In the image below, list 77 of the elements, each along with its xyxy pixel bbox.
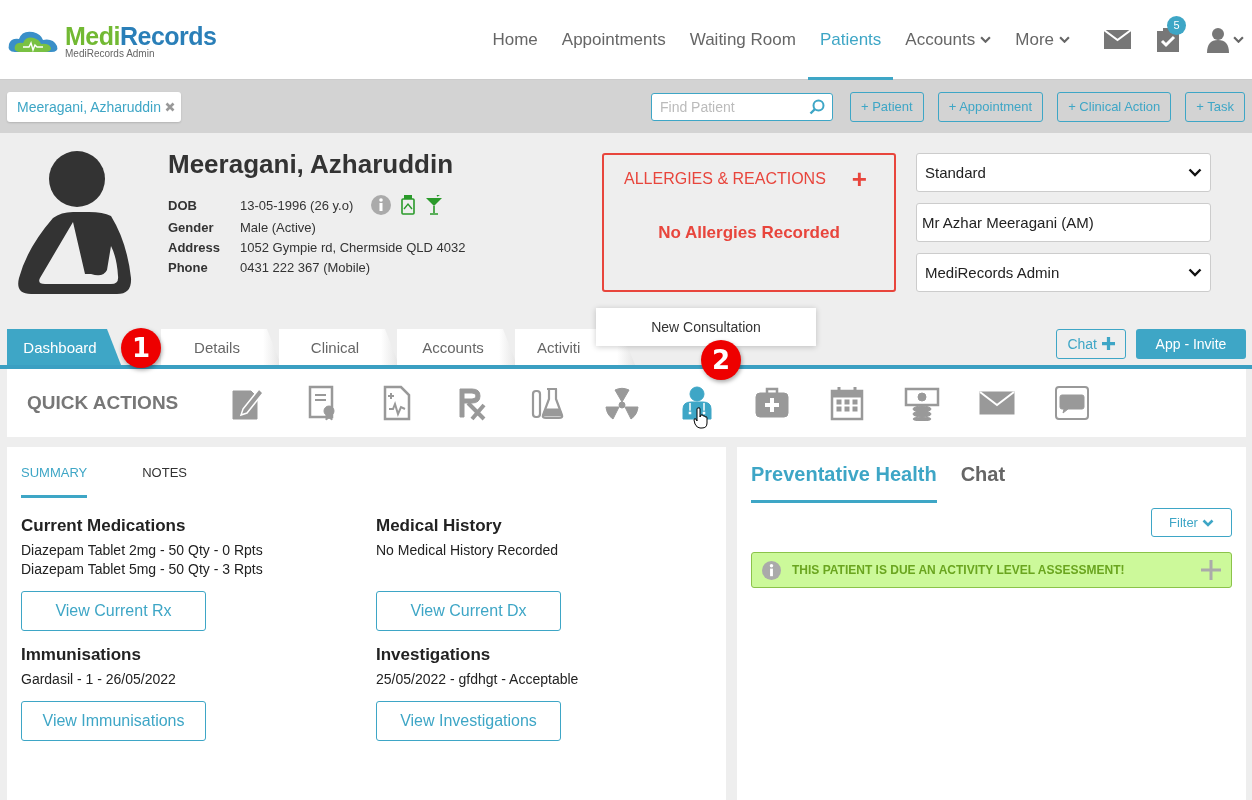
info-icon: [762, 560, 781, 580]
field-value: Male (Active): [240, 220, 316, 235]
add-button[interactable]: + Patient: [850, 91, 924, 122]
view-button[interactable]: View Current Dx: [376, 591, 561, 631]
view-button[interactable]: View Current Rx: [21, 591, 206, 631]
section-text: No Medical History Recorded: [376, 541, 560, 560]
field-label: Phone: [168, 260, 209, 275]
tooltip: New Consultation: [596, 308, 816, 346]
section-title: Immunisations: [21, 645, 142, 665]
invite-button[interactable]: App - Invite: [1136, 328, 1246, 359]
nav-link[interactable]: Home: [480, 0, 550, 80]
nav-link[interactable]: Accounts: [893, 0, 1004, 80]
view-button[interactable]: View Immunisations: [21, 701, 206, 741]
plus-icon[interactable]: [1201, 560, 1221, 580]
clipboard-check-icon[interactable]: [1157, 27, 1179, 52]
nav-link[interactable]: Appointments: [549, 0, 678, 80]
field-value: 1052 Gympie rd, Chermside QLD 4032: [240, 240, 466, 255]
notification-badge: 5: [1167, 15, 1186, 35]
tab[interactable]: Dashboard: [7, 329, 121, 365]
quick-actions-title: QUICK ACTIONS: [27, 392, 180, 414]
info-icon[interactable]: [371, 195, 392, 215]
chevron-down-icon: [1201, 518, 1214, 527]
add-button[interactable]: + Appointment: [937, 91, 1044, 122]
chevron-down-icon[interactable]: [1188, 268, 1202, 277]
medkit-icon[interactable]: [754, 385, 790, 421]
add-button[interactable]: + Task: [1185, 91, 1245, 122]
section-text: 25/05/2022 - gfdhgt - Acceptable: [376, 670, 580, 689]
chevron-down-icon[interactable]: [1188, 168, 1202, 177]
section-title: Medical History: [376, 516, 503, 536]
section-text: Diazepam Tablet 5mg - 50 Qty - 3 Rpts: [21, 560, 264, 579]
dropdown-select[interactable]: MediRecords Admin: [916, 253, 1211, 292]
chat-button[interactable]: Chat: [1056, 328, 1126, 359]
step-callout: 1: [121, 328, 161, 368]
add-button[interactable]: + Clinical Action: [1057, 91, 1172, 122]
section-title: Investigations: [376, 645, 492, 665]
field-value: 0431 222 367 (Mobile): [240, 260, 371, 275]
cocktail-icon[interactable]: [425, 195, 444, 215]
section-text: Diazepam Tablet 2mg - 50 Qty - 0 Rpts: [21, 541, 264, 560]
search-field[interactable]: Find Patient: [651, 92, 833, 121]
hand-pointer-icon: [693, 407, 709, 429]
tab[interactable]: Clinical: [279, 329, 399, 365]
allergy-message: No Allergies Recorded: [657, 223, 841, 243]
filter-button[interactable]: Filter: [1151, 508, 1232, 537]
logo-subtitle: MediRecords Admin: [65, 48, 156, 59]
section-text: Gardasil - 1 - 26/05/2022: [21, 670, 177, 689]
money-icon[interactable]: [904, 385, 940, 421]
calendar-icon[interactable]: [829, 385, 865, 421]
nav-link[interactable]: More: [1003, 0, 1082, 80]
panel-tab[interactable]: Preventative Health: [751, 463, 937, 503]
patient-chip[interactable]: Meeragani, Azharuddin: [7, 91, 181, 122]
alert-text: THIS PATIENT IS DUE AN ACTIVITY LEVEL ASSESSMENT!: [792, 563, 1126, 577]
user-menu[interactable]: [1207, 26, 1244, 53]
nav-link[interactable]: Waiting Room: [677, 0, 808, 80]
sms-icon[interactable]: [1054, 385, 1090, 421]
add-allergy-button[interactable]: +: [844, 169, 874, 189]
field-label: DOB: [168, 197, 198, 213]
allergy-title: ALLERGIES & REACTIONS: [624, 170, 826, 188]
dropdown-select[interactable]: Standard: [916, 153, 1211, 192]
logo-wordmark: MediRecords: [65, 22, 217, 49]
field-value: 13-05-1996 (26 y.o): [240, 197, 354, 213]
view-button[interactable]: View Investigations: [376, 701, 561, 741]
search-icon[interactable]: [809, 98, 825, 115]
field-label: Address: [168, 240, 222, 255]
panel-tab[interactable]: NOTES: [142, 465, 187, 498]
text-field[interactable]: Mr Azhar Meeragani (AM): [916, 203, 1211, 242]
mail-icon[interactable]: [1104, 30, 1131, 49]
lab-icon[interactable]: [529, 385, 565, 421]
radiation-icon[interactable]: [604, 385, 640, 421]
tab[interactable]: Details: [161, 329, 281, 365]
panel-tab[interactable]: Chat: [960, 463, 1006, 503]
panel-tab[interactable]: SUMMARY: [21, 465, 88, 498]
bottle-icon[interactable]: [401, 195, 416, 215]
plus-icon: [1102, 337, 1115, 350]
close-icon[interactable]: [165, 101, 175, 112]
tab[interactable]: Accounts: [397, 329, 517, 365]
field-label: Gender: [168, 220, 215, 235]
section-title: Current Medications: [21, 516, 187, 536]
